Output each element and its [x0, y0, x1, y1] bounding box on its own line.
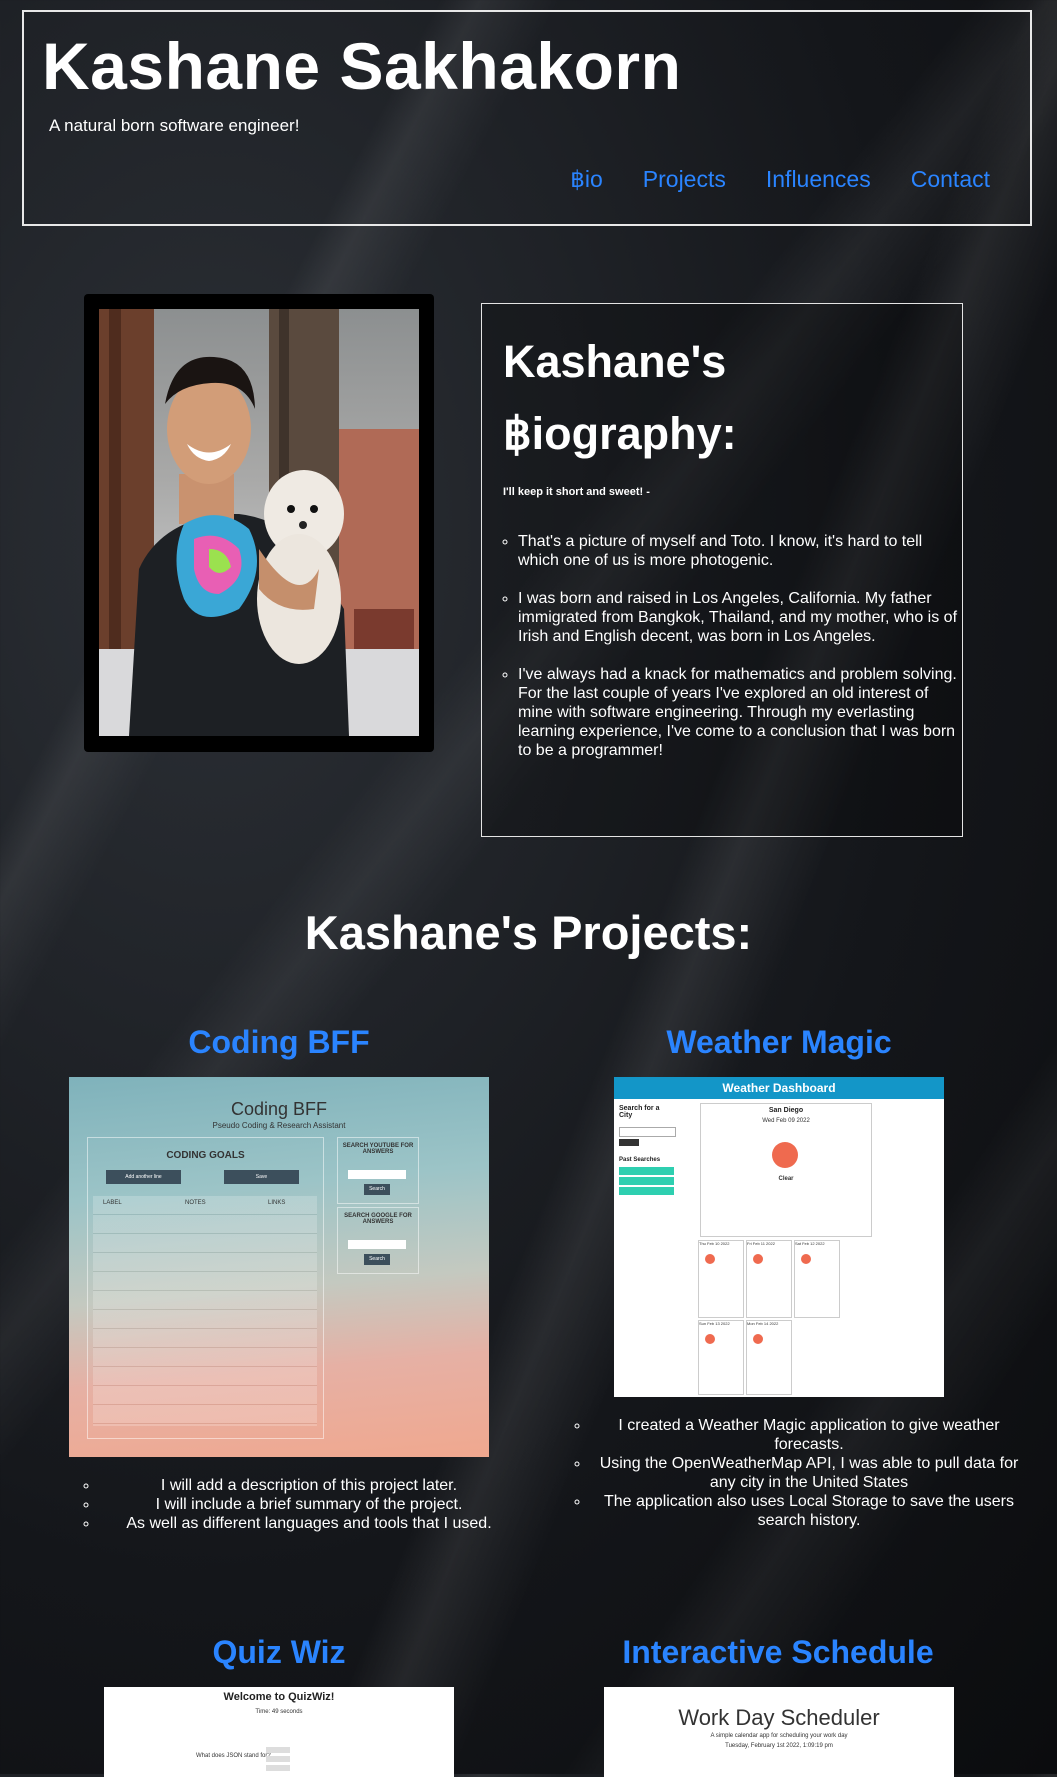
shot-schedule-subtitle: A simple calendar app for scheduling you…: [710, 1733, 848, 1739]
biography-heading-line1: Kashane's: [503, 336, 727, 387]
project-screenshot-weather-magic[interactable]: Weather Dashboard Search for a City Past…: [614, 1077, 944, 1397]
project-bullet: As well as different languages and tools…: [99, 1514, 519, 1533]
project-title-coding-bff[interactable]: Coding BFF: [69, 1024, 489, 1061]
shot-col-notes: NOTES: [185, 1200, 206, 1206]
shot-title: Coding BFF: [230, 1099, 328, 1119]
project-bullet: I created a Weather Magic application to…: [590, 1416, 1028, 1454]
shot-save-button: Save: [224, 1170, 299, 1184]
project-bullet: The application also uses Local Storage …: [590, 1492, 1028, 1530]
shot-date: Wed Feb 09 2022: [762, 1118, 810, 1124]
project-bullets-coding-bff: I will add a description of this project…: [69, 1476, 519, 1533]
nav-link-projects[interactable]: Projects: [643, 166, 726, 193]
sun-icon: [772, 1142, 798, 1168]
shot-youtube-label: SEARCH YOUTUBE FOR ANSWERS: [342, 1143, 414, 1155]
shot-forecast-card: Sun Feb 13 2022: [698, 1320, 744, 1395]
shot-past-searches: Past Searches: [619, 1157, 661, 1163]
shot-quiz-answer: [266, 1756, 290, 1762]
project-title-weather-magic[interactable]: Weather Magic: [560, 1024, 998, 1061]
biography-heading-line2: ฿iography:: [503, 408, 737, 459]
nav-link-influences[interactable]: Influences: [766, 166, 871, 193]
shot-search-label: Search for a City: [619, 1105, 660, 1119]
shot-forecast-card: Thu Feb 10 2022: [698, 1240, 744, 1318]
biography-item: I've always had a knack for mathematics …: [518, 665, 958, 760]
shot-forecast-card: Fri Feb 11 2022: [746, 1240, 792, 1318]
biography-intro: I'll keep it short and sweet! -: [503, 486, 650, 498]
shot-forecast-card: Mon Feb 14 2022: [746, 1320, 792, 1395]
shot-col-label: LABEL: [103, 1200, 122, 1206]
project-title-quiz-wiz[interactable]: Quiz Wiz: [104, 1634, 454, 1671]
site-title: Kashane Sakhakorn: [42, 29, 682, 103]
shot-col-links: LINKS: [268, 1200, 286, 1206]
shot-quiz-time: Time: 49 seconds: [255, 1709, 303, 1715]
shot-youtube-search: Search: [364, 1184, 390, 1195]
project-screenshot-interactive-schedule[interactable]: Work Day Scheduler A simple calendar app…: [604, 1687, 954, 1777]
profile-photo-frame: [84, 294, 434, 752]
shot-google-panel: SEARCH GOOGLE FOR ANSWERS Search: [337, 1207, 419, 1274]
shot-goals-panel: CODING GOALS Add another line Save LABEL…: [87, 1137, 324, 1439]
site-tagline: A natural born software engineer!: [49, 116, 300, 135]
sun-icon: [705, 1334, 715, 1344]
shot-search-button: [619, 1139, 639, 1146]
shot-google-label: SEARCH GOOGLE FOR ANSWERS: [344, 1213, 412, 1225]
shot-quiz-question: What does JSON stand for?: [196, 1753, 271, 1759]
project-bullets-weather-magic: I created a Weather Magic application to…: [560, 1416, 1028, 1530]
project-bullet: Using the OpenWeatherMap API, I was able…: [590, 1454, 1028, 1492]
project-screenshot-quiz-wiz[interactable]: Welcome to QuizWiz! Time: 49 seconds Wha…: [104, 1687, 454, 1777]
shot-weather-header: Weather Dashboard: [614, 1077, 944, 1099]
shot-subtitle: Pseudo Coding & Research Assistant: [212, 1121, 346, 1130]
project-screenshot-coding-bff[interactable]: Coding BFF Pseudo Coding & Research Assi…: [69, 1077, 489, 1457]
projects-heading: Kashane's Projects:: [304, 906, 753, 959]
shot-schedule-title: Work Day Scheduler: [678, 1705, 880, 1730]
shot-schedule-date: Tuesday, February 1st 2022, 1:09:19 pm: [725, 1743, 833, 1749]
shot-google-input: [348, 1240, 406, 1249]
shot-history-item: [619, 1177, 674, 1185]
shot-goals-title: CODING GOALS: [166, 1150, 245, 1161]
biography-heading: Kashane's ฿iography:: [503, 326, 923, 470]
shot-google-search: Search: [364, 1254, 390, 1265]
biography-list: That's a picture of myself and Toto. I k…: [496, 532, 958, 779]
biography-item: That's a picture of myself and Toto. I k…: [518, 532, 958, 570]
nav-link-bio[interactable]: ฿io: [570, 166, 603, 193]
biography-item: I was born and raised in Los Angeles, Ca…: [518, 589, 958, 646]
sun-icon: [753, 1334, 763, 1344]
shot-forecast-card: Sat Feb 12 2022: [794, 1240, 840, 1318]
shot-quiz-answer: [266, 1747, 290, 1753]
shot-add-button: Add another line: [106, 1170, 181, 1184]
sun-icon: [753, 1254, 763, 1264]
shot-youtube-panel: SEARCH YOUTUBE FOR ANSWERS Search: [337, 1137, 419, 1204]
sun-icon: [801, 1254, 811, 1264]
biography-card: Kashane's ฿iography: I'll keep it short …: [481, 303, 963, 837]
nav-link-contact[interactable]: Contact: [911, 166, 990, 193]
shot-youtube-input: [348, 1170, 406, 1179]
shot-condition: Clear: [778, 1176, 794, 1182]
shot-history-item: [619, 1167, 674, 1175]
site-header: Kashane Sakhakorn A natural born softwar…: [22, 10, 1032, 226]
shot-current-weather: San Diego Wed Feb 09 2022 Clear: [700, 1103, 872, 1237]
project-bullet: I will include a brief summary of the pr…: [99, 1495, 519, 1514]
shot-history-item: [619, 1187, 674, 1195]
shot-goals-table: LABEL NOTES LINKS: [93, 1196, 317, 1426]
shot-quiz-title: Welcome to QuizWiz!: [223, 1691, 335, 1703]
shot-forecast-row-1: Thu Feb 10 2022 Fri Feb 11 2022 Sat Feb …: [698, 1240, 843, 1318]
shot-search-input: [619, 1127, 676, 1137]
project-bullet: I will add a description of this project…: [99, 1476, 519, 1495]
shot-forecast-row-2: Sun Feb 13 2022 Mon Feb 14 2022: [698, 1320, 796, 1395]
shot-city: San Diego: [768, 1107, 804, 1114]
shot-quiz-answer: [266, 1765, 290, 1771]
profile-photo: [99, 309, 419, 736]
sun-icon: [705, 1254, 715, 1264]
main-nav: ฿io Projects Influences Contact: [570, 166, 990, 193]
project-title-interactive-schedule[interactable]: Interactive Schedule: [604, 1634, 952, 1671]
